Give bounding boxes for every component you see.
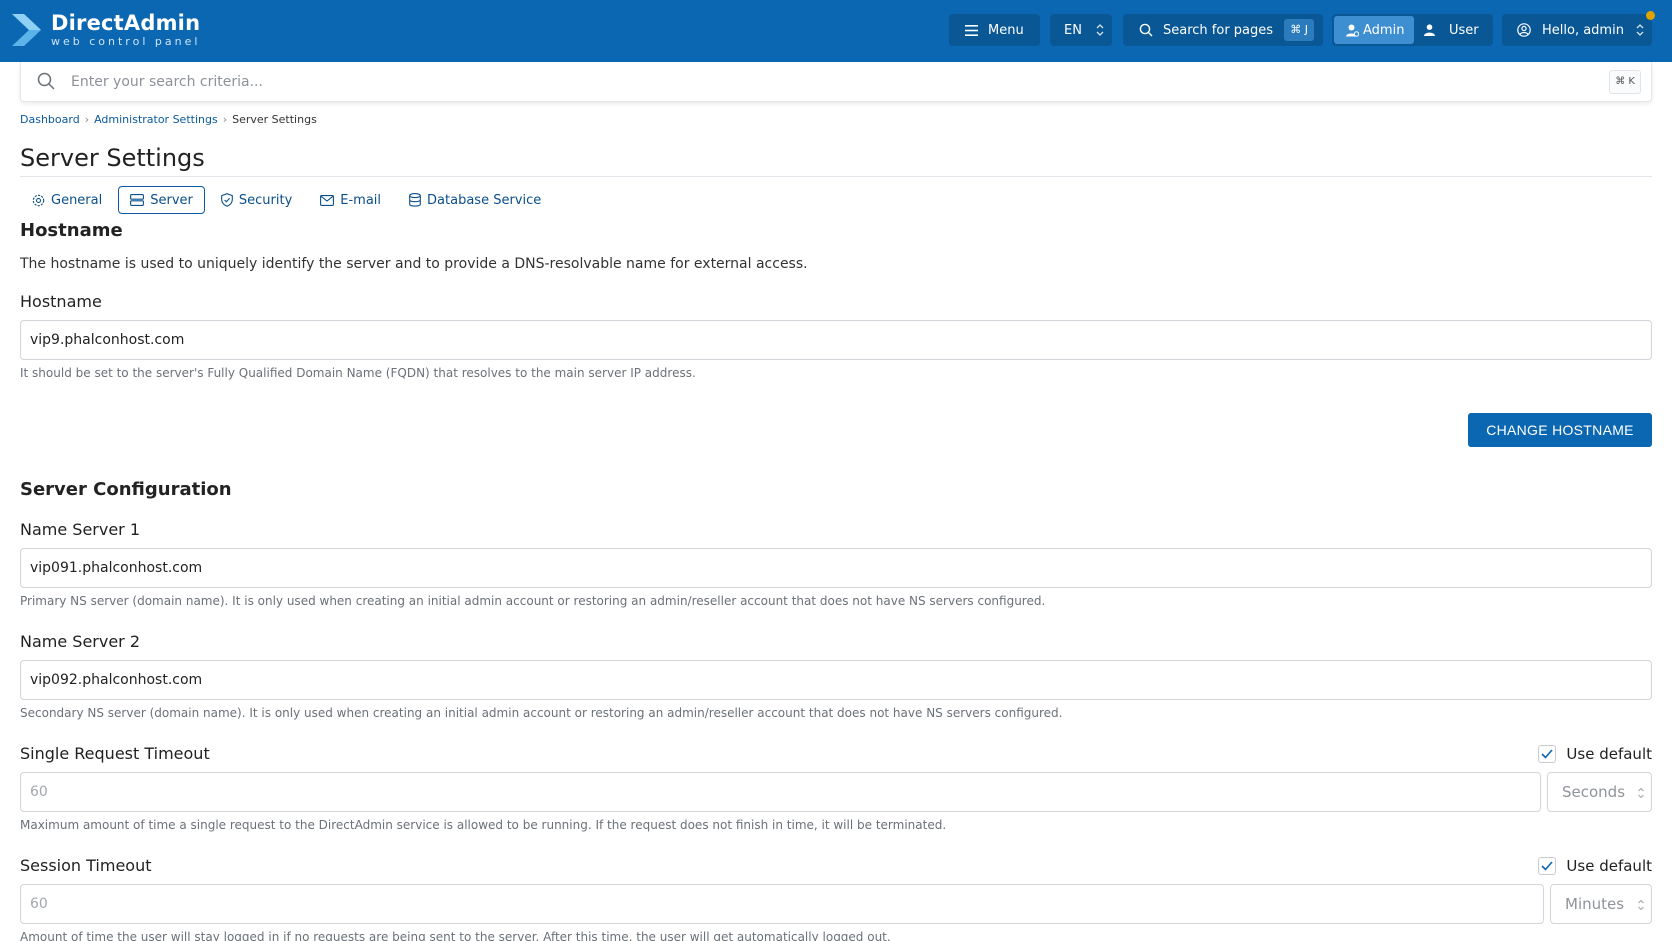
brand-logo[interactable]: DirectAdmin web control panel <box>10 10 200 50</box>
checkmark-icon <box>1541 861 1554 871</box>
ns2-label: Name Server 2 <box>20 632 141 651</box>
role-switcher: Admin User <box>1332 14 1493 46</box>
search-icon <box>37 72 55 90</box>
request-timeout-use-default-label: Use default <box>1566 745 1652 763</box>
tab-server-label: Server <box>150 192 193 208</box>
global-search-input[interactable] <box>71 70 1521 94</box>
session-timeout-checkbox[interactable] <box>1538 857 1557 875</box>
hostname-label: Hostname <box>20 292 102 311</box>
title-divider <box>20 176 1652 177</box>
search-pages-button[interactable]: Search for pages ⌘ J <box>1123 14 1323 46</box>
greeting-label: Hello, admin <box>1542 22 1624 38</box>
chevron-updown-icon <box>1638 899 1644 911</box>
breadcrumb-current: Server Settings <box>232 113 317 126</box>
server-icon <box>130 194 145 206</box>
global-search-bar: ⌘ K <box>20 62 1652 102</box>
request-timeout-use-default[interactable]: Use default <box>1538 745 1652 763</box>
session-timeout-use-default-label: Use default <box>1566 857 1652 875</box>
settings-tabs: General Server Security E-mail Database … <box>20 186 557 214</box>
search-pages-label: Search for pages <box>1163 22 1274 38</box>
hostname-input[interactable]: vip9.phalconhost.com <box>20 320 1652 360</box>
logo-chevron-icon <box>12 14 41 46</box>
checkmark-icon <box>1541 749 1554 759</box>
breadcrumb: Dashboard › Administrator Settings › Ser… <box>20 113 317 126</box>
session-timeout-unit-value: Minutes <box>1565 895 1625 913</box>
hostname-help: It should be set to the server's Fully Q… <box>20 366 696 380</box>
user-circle-icon <box>1517 23 1531 37</box>
tab-database-service-label: Database Service <box>427 192 542 208</box>
ns1-input[interactable]: vip091.phalconhost.com <box>20 548 1652 588</box>
session-timeout-unit-select[interactable]: Minutes <box>1550 884 1652 924</box>
ns1-help: Primary NS server (domain name). It is o… <box>20 594 1046 608</box>
breadcrumb-dashboard[interactable]: Dashboard <box>20 113 80 126</box>
chevron-updown-icon <box>1096 24 1104 36</box>
envelope-icon <box>320 194 335 206</box>
search-pages-shortcut: ⌘ J <box>1284 19 1314 41</box>
breadcrumb-separator-icon: › <box>84 113 90 126</box>
menu-button-label: Menu <box>988 22 1024 38</box>
search-icon <box>1139 23 1153 37</box>
session-timeout-use-default[interactable]: Use default <box>1538 857 1652 875</box>
menu-button[interactable]: Menu <box>949 14 1040 46</box>
request-timeout-label: Single Request Timeout <box>20 744 210 763</box>
role-admin-button[interactable]: Admin <box>1334 16 1414 44</box>
notification-dot <box>1646 11 1655 20</box>
admin-user-icon <box>1346 24 1359 37</box>
tab-general-label: General <box>51 192 103 208</box>
session-timeout-label: Session Timeout <box>20 856 152 875</box>
ns2-help: Secondary NS server (domain name). It is… <box>20 706 1063 720</box>
language-select[interactable]: EN <box>1050 14 1112 46</box>
database-icon <box>409 193 421 207</box>
ns2-input[interactable]: vip092.phalconhost.com <box>20 660 1652 700</box>
request-timeout-unit-value: Seconds <box>1562 783 1626 801</box>
server-config-title: Server Configuration <box>20 479 232 500</box>
tab-security[interactable]: Security <box>209 186 304 214</box>
request-timeout-checkbox[interactable] <box>1538 745 1557 763</box>
user-icon <box>1424 24 1435 36</box>
breadcrumb-administrator-settings[interactable]: Administrator Settings <box>94 113 218 126</box>
role-user-button[interactable]: User <box>1424 16 1490 44</box>
role-user-label: User <box>1449 22 1479 38</box>
request-timeout-input[interactable]: 60 <box>20 772 1541 812</box>
role-admin-label: Admin <box>1363 22 1405 38</box>
gear-icon <box>32 194 45 206</box>
chevron-updown-icon <box>1636 24 1644 36</box>
account-menu-button[interactable]: Hello, admin <box>1502 14 1652 46</box>
tab-server[interactable]: Server <box>118 186 205 214</box>
request-timeout-unit-select[interactable]: Seconds <box>1547 772 1652 812</box>
hamburger-icon <box>965 24 978 36</box>
chevron-updown-icon <box>1638 787 1644 799</box>
ns1-label: Name Server 1 <box>20 520 141 539</box>
tab-general[interactable]: General <box>20 186 114 214</box>
breadcrumb-separator-icon: › <box>222 113 228 126</box>
tab-security-label: Security <box>238 192 293 208</box>
hostname-section-title: Hostname <box>20 220 123 241</box>
change-hostname-button[interactable]: CHANGE HOSTNAME <box>1468 413 1652 447</box>
session-timeout-help: Amount of time the user will stay logged… <box>20 930 891 941</box>
global-search-shortcut: ⌘ K <box>1609 70 1641 94</box>
shield-icon <box>221 193 233 207</box>
page-title: Server Settings <box>20 144 205 172</box>
top-header: DirectAdmin web control panel Menu EN Se… <box>0 0 1672 62</box>
tab-email[interactable]: E-mail <box>308 186 393 214</box>
tab-database-service[interactable]: Database Service <box>397 186 553 214</box>
hostname-description: The hostname is used to uniquely identif… <box>20 256 808 272</box>
request-timeout-help: Maximum amount of time a single request … <box>20 818 947 832</box>
language-value: EN <box>1064 22 1082 38</box>
tab-email-label: E-mail <box>340 192 382 208</box>
session-timeout-input[interactable]: 60 <box>20 884 1544 924</box>
brand-name: DirectAdmin <box>51 11 201 35</box>
brand-tagline: web control panel <box>51 35 201 48</box>
